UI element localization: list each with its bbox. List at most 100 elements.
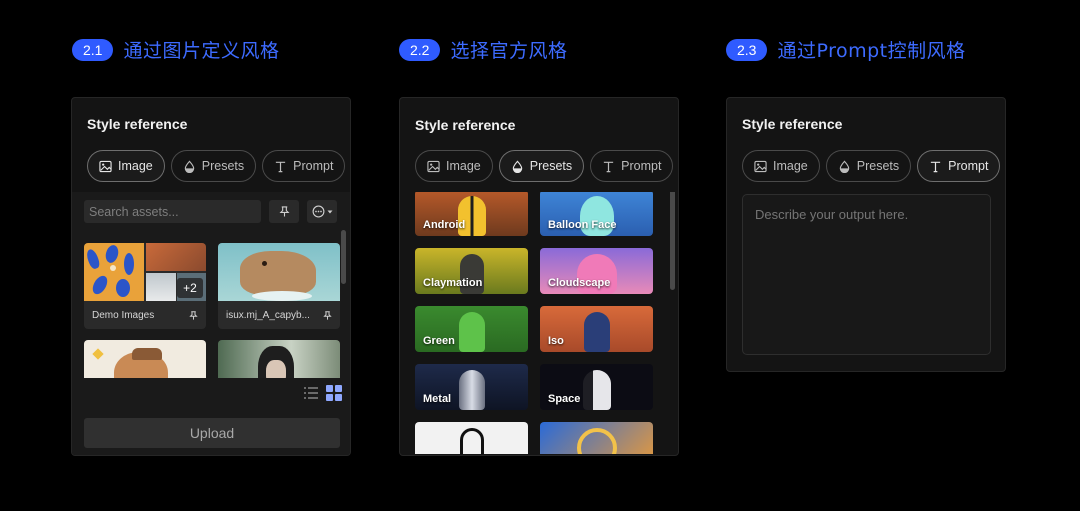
preset-label: Green	[423, 335, 455, 347]
drop-icon	[839, 160, 849, 173]
asset-card-demo-images[interactable]: +2 Demo Images	[84, 243, 206, 329]
tab-image[interactable]: Image	[742, 150, 820, 182]
asset-caption: isux.mj_A_capyb...	[218, 301, 340, 329]
image-icon	[754, 160, 767, 172]
pin-icon	[279, 206, 289, 217]
text-t-icon	[603, 161, 614, 172]
preset-label: Balloon Face	[548, 219, 617, 231]
preset-figure	[458, 370, 485, 410]
section-heading: 通过Prompt控制风格	[777, 40, 966, 62]
asset-thumbnail	[218, 243, 340, 301]
tab-presets[interactable]: Presets	[825, 150, 912, 182]
section-title-3: 2.3 通过Prompt控制风格	[726, 36, 966, 63]
style-tabs: Image Presets Prompt	[72, 142, 350, 192]
style-reference-panel-presets: Style reference Image Presets Prompt And…	[399, 97, 679, 456]
preset-cloudscape[interactable]: Cloudscape	[540, 248, 653, 294]
panel-heading: Style reference	[742, 116, 843, 132]
asset-name: isux.mj_A_capyb...	[226, 309, 310, 321]
asset-card[interactable]	[218, 340, 340, 378]
section-badge: 2.3	[726, 38, 768, 61]
preset-metal[interactable]: Metal	[415, 364, 528, 410]
preset-figure	[582, 370, 611, 410]
preset-iso[interactable]: Iso	[540, 306, 653, 352]
collection-thumbnail: +2	[84, 243, 206, 301]
asset-thumbnail	[84, 340, 206, 378]
preset-green[interactable]: Green	[415, 306, 528, 352]
preset-item[interactable]	[415, 422, 528, 454]
tab-label: Presets	[856, 159, 900, 173]
tab-label: Presets	[201, 159, 245, 173]
preset-figure	[459, 428, 484, 454]
tab-presets[interactable]: Presets	[498, 150, 585, 182]
drop-icon	[184, 160, 194, 173]
tab-label: Image	[446, 159, 481, 173]
tab-label: Presets	[529, 159, 573, 173]
tab-label: Prompt	[621, 159, 662, 173]
preset-item[interactable]	[540, 422, 653, 454]
tab-prompt[interactable]: Prompt	[262, 150, 346, 182]
pin-icon[interactable]	[323, 310, 332, 320]
more-options-button[interactable]	[307, 200, 337, 223]
tab-prompt[interactable]: Prompt	[590, 150, 674, 182]
tab-image[interactable]: Image	[415, 150, 493, 182]
upload-button[interactable]: Upload	[84, 418, 340, 448]
section-heading: 通过图片定义风格	[123, 40, 280, 62]
preset-label: Cloudscape	[548, 277, 611, 289]
panel-heading: Style reference	[415, 117, 516, 133]
more-count-badge: +2	[177, 278, 203, 298]
asset-card-capybara[interactable]: isux.mj_A_capyb...	[218, 243, 340, 329]
scrollbar[interactable]	[670, 192, 675, 290]
preset-figure	[576, 428, 617, 454]
tab-label: Image	[118, 159, 153, 173]
section-badge: 2.1	[72, 38, 114, 61]
preset-label: Metal	[423, 393, 452, 405]
more-circle-icon	[312, 205, 324, 218]
tab-presets[interactable]: Presets	[170, 150, 257, 182]
asset-grid: +2 Demo Images isux.mj_A_capyb...	[84, 240, 342, 378]
section-badge: 2.2	[399, 38, 441, 61]
tab-label: Prompt	[948, 159, 989, 173]
style-reference-panel-prompt: Style reference Image Presets Prompt	[726, 97, 1006, 372]
chevron-down-icon	[327, 210, 332, 213]
preset-space[interactable]: Space	[540, 364, 653, 410]
asset-thumbnail	[218, 340, 340, 378]
grid-icon[interactable]	[326, 385, 342, 401]
preset-label: Iso	[548, 335, 564, 347]
tab-label: Image	[773, 159, 808, 173]
search-input[interactable]	[84, 200, 261, 223]
preset-label: Android	[423, 219, 466, 231]
preset-figure	[583, 312, 610, 352]
asset-name: Demo Images	[92, 309, 155, 321]
style-tabs: Image Presets Prompt	[727, 142, 1005, 192]
preset-balloon-face[interactable]: Balloon Face	[540, 192, 653, 236]
drop-icon	[512, 160, 522, 173]
list-icon[interactable]	[304, 387, 318, 399]
view-toggles	[304, 385, 342, 401]
pin-button[interactable]	[269, 200, 299, 223]
preset-label: Claymation	[423, 277, 483, 289]
image-icon	[427, 160, 440, 172]
preset-android[interactable]: Android	[415, 192, 528, 236]
image-assets-area: +2 Demo Images isux.mj_A_capyb...	[72, 192, 350, 455]
preset-grid: Android Balloon Face Claymation Cloudsca…	[400, 192, 678, 454]
preset-label: Space	[548, 393, 581, 405]
panel-heading: Style reference	[87, 116, 188, 132]
section-title-1: 2.1 通过图片定义风格	[72, 36, 279, 63]
tab-label: Prompt	[293, 159, 334, 173]
asset-card[interactable]	[84, 340, 206, 378]
asset-caption: Demo Images	[84, 301, 206, 329]
style-reference-panel-image: Style reference Image Presets Prompt Sea…	[71, 97, 351, 456]
tab-prompt[interactable]: Prompt	[917, 150, 1001, 182]
preset-claymation[interactable]: Claymation	[415, 248, 528, 294]
style-tabs: Image Presets Prompt	[400, 142, 678, 192]
preset-figure	[458, 312, 485, 352]
section-title-2: 2.2 选择官方风格	[399, 36, 567, 63]
text-t-icon	[930, 161, 941, 172]
section-heading: 选择官方风格	[450, 40, 568, 62]
asset-toolbar	[72, 192, 350, 223]
image-icon	[99, 160, 112, 172]
prompt-input[interactable]	[742, 194, 991, 355]
text-t-icon	[275, 161, 286, 172]
pin-icon[interactable]	[189, 310, 198, 320]
tab-image[interactable]: Image	[87, 150, 165, 182]
